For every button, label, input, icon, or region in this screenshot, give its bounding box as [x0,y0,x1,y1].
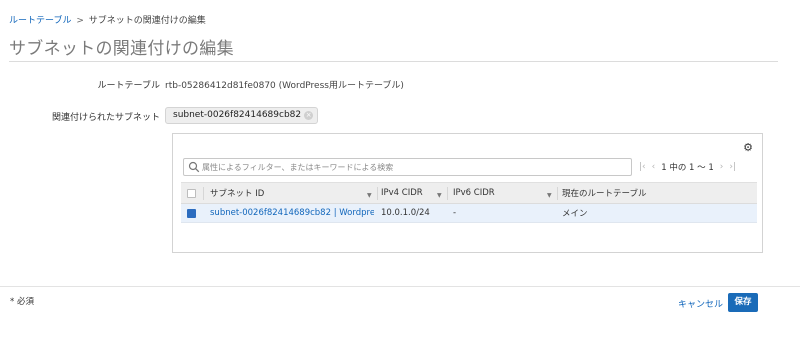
table-header: サブネット ID ▼ IPv4 CIDR ▼ IPv6 CIDR ▼ 現在のルー… [181,182,757,204]
table-row[interactable]: subnet-0026f82414689cb82 | Wordpress… 10… [181,204,757,223]
selected-subnet-token-label: subnet-0026f82414689cb82 [173,110,302,120]
required-note: * 必須 [10,297,34,307]
save-button[interactable]: 保存 [728,293,758,312]
sort-desc-icon[interactable]: ▼ [437,192,442,199]
subnet-selection-panel: ⚙ |‹ ‹ 1 中の 1 〜 1 › ›| サブネット ID ▼ IPv4 C… [172,133,763,253]
row-ipv6-cidr: - [453,208,457,218]
filter-search-box[interactable] [183,158,632,176]
column-header-current-route-table[interactable]: 現在のルートテーブル [562,183,742,203]
route-table-value: rtb-05286412d81fe0870 (WordPress用ルートテーブル… [165,81,404,91]
column-header-ipv4-cidr[interactable]: IPv4 CIDR [381,183,441,203]
row-subnet-id-link[interactable]: subnet-0026f82414689cb82 | Wordpress… [210,204,374,222]
associated-subnets-label: 関連付けられたサブネット [51,113,160,123]
row-select-cell [187,204,196,222]
select-all-cell [187,183,196,203]
route-table-label: ルートテーブル [97,81,160,91]
column-header-subnet-id[interactable]: サブネット ID [210,183,370,203]
column-divider [203,187,204,200]
row-select-checkbox[interactable] [187,208,196,218]
sort-desc-icon[interactable]: ▼ [367,192,372,199]
pagination: |‹ ‹ 1 中の 1 〜 1 › ›| [639,161,736,173]
selected-subnet-token: subnet-0026f82414689cb82 × [165,107,319,124]
breadcrumb-separator: > [76,16,84,26]
next-page-icon[interactable]: › [720,162,724,172]
close-circle-icon[interactable]: × [304,111,314,120]
column-header-ipv6-cidr[interactable]: IPv6 CIDR [453,183,533,203]
select-all-checkbox[interactable] [187,188,196,198]
prev-page-icon[interactable]: ‹ [652,162,656,172]
filter-search-input[interactable] [202,160,622,174]
search-icon [188,161,200,173]
page-title: サブネットの関連付けの編集 [9,39,234,59]
sort-desc-icon[interactable]: ▼ [547,192,552,199]
breadcrumb-route-tables-link[interactable]: ルートテーブル [9,16,71,26]
title-divider [9,61,778,62]
column-divider [377,187,378,200]
breadcrumb-current: サブネットの関連付けの編集 [88,16,206,26]
row-ipv4-cidr: 10.0.1.0/24 [381,208,430,218]
cancel-button[interactable]: キャンセル [678,297,723,310]
footer-divider [0,286,800,287]
column-divider [557,187,558,200]
breadcrumb: ルートテーブル > サブネットの関連付けの編集 [9,13,206,26]
last-page-icon[interactable]: ›| [729,162,736,172]
column-divider [447,187,448,200]
gear-icon[interactable]: ⚙ [743,141,753,154]
pagination-text: 1 中の 1 〜 1 [661,163,714,173]
row-current-route-table: メイン [562,209,588,219]
first-page-icon[interactable]: |‹ [639,162,646,172]
